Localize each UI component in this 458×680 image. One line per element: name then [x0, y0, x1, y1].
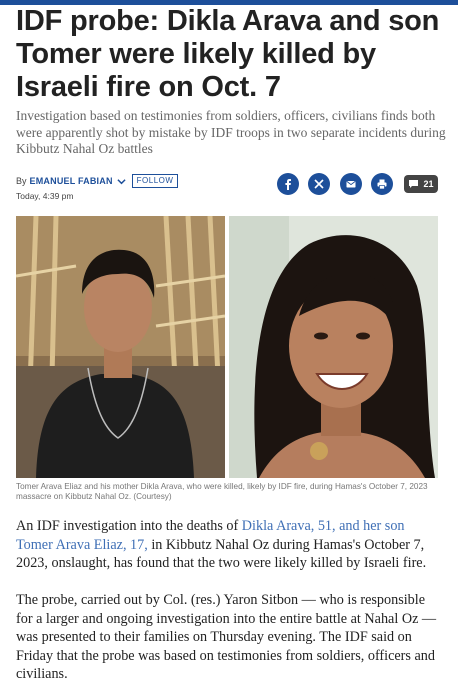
- facebook-icon: [285, 179, 291, 190]
- facebook-share-button[interactable]: [277, 173, 299, 195]
- comment-count: 21: [423, 179, 434, 189]
- article-subhead: Investigation based on testimonies from …: [16, 108, 446, 156]
- print-icon: [377, 179, 387, 190]
- portrait-image-left: [16, 216, 225, 478]
- comments-button[interactable]: 21: [404, 175, 438, 193]
- photo-tomer: [16, 216, 225, 478]
- photo-dikla: [229, 216, 438, 478]
- comment-icon: [409, 180, 419, 188]
- author-link[interactable]: EMANUEL FABIAN: [30, 176, 113, 186]
- follow-button[interactable]: FOLLOW: [131, 174, 179, 188]
- body-paragraph-2: The probe, carried out by Col. (res.) Ya…: [16, 592, 437, 680]
- body-paragraph-1: An IDF investigation into the deaths of …: [16, 517, 444, 573]
- email-icon: [346, 181, 356, 188]
- byline: By EMANUEL FABIAN FOLLOW: [16, 174, 179, 188]
- chevron-down-icon[interactable]: [117, 177, 126, 186]
- p1-text-before: An IDF investigation into the deaths of: [16, 518, 242, 534]
- print-button[interactable]: [371, 173, 393, 195]
- byline-prefix: By: [16, 176, 27, 186]
- portrait-image-right: [229, 216, 438, 478]
- article-headline: IDF probe: Dikla Arava and son Tomer wer…: [16, 5, 440, 103]
- publish-timestamp: Today, 4:39 pm: [16, 191, 74, 201]
- email-share-button[interactable]: [340, 173, 362, 195]
- x-share-button[interactable]: [308, 173, 330, 195]
- x-icon: [314, 179, 324, 189]
- photo-caption: Tomer Arava Eliaz and his mother Dikla A…: [16, 482, 428, 501]
